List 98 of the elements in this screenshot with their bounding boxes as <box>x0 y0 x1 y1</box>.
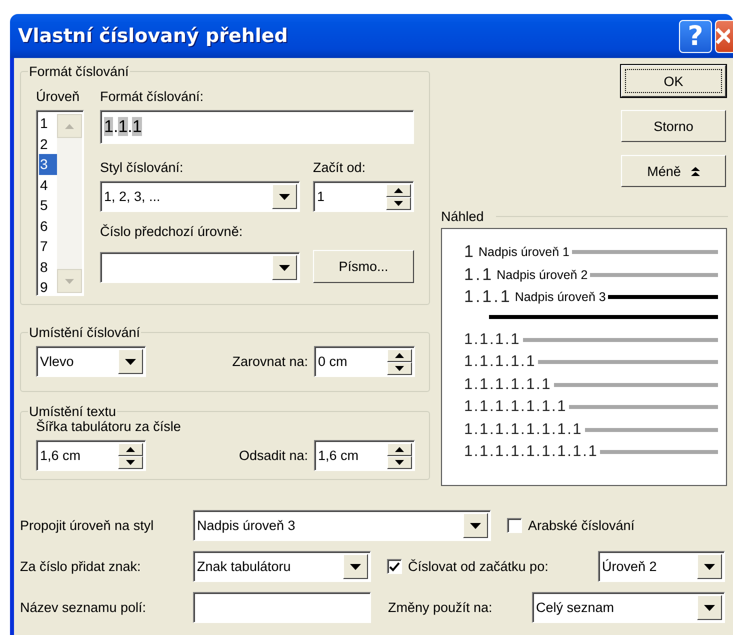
align-label: Zarovnat na: <box>232 354 308 369</box>
caret-icon <box>279 194 290 200</box>
caret-icon <box>470 522 481 528</box>
spin-up-button[interactable] <box>387 442 412 456</box>
level-item[interactable]: 3 <box>39 154 57 174</box>
level-item[interactable]: 6 <box>39 216 57 236</box>
spin-up-button[interactable] <box>387 348 412 362</box>
scrollbar[interactable] <box>57 114 82 293</box>
group-title: Umístění textu <box>29 404 116 419</box>
restart-level-dropdown[interactable]: Úroveň 2 <box>598 551 725 582</box>
alignment-dropdown[interactable]: Vlevo <box>36 346 146 377</box>
arabic-checkbox[interactable] <box>507 518 522 533</box>
caret-icon <box>704 604 715 610</box>
preview-number: 1.1.1.1.1.1 <box>464 376 552 394</box>
up-arrow-icon <box>395 352 404 358</box>
apply-to-dropdown[interactable]: Celý seznam <box>532 592 725 623</box>
cancel-button[interactable]: Storno <box>621 110 726 142</box>
tab-width-spinner[interactable]: 1,6 cm <box>36 440 146 471</box>
help-button[interactable]: ? <box>679 20 712 52</box>
tab-width-label: Šířka tabulátoru za čísle <box>36 419 181 434</box>
up-arrow-icon <box>126 446 135 452</box>
up-arrow-icon <box>394 188 403 192</box>
caret-icon <box>704 564 715 570</box>
preview-number: 1 <box>464 242 476 262</box>
down-arrow-icon <box>394 200 403 206</box>
level-list[interactable]: 1 2 3 4 5 6 7 8 9 <box>36 110 84 296</box>
up-arrow-icon <box>65 124 74 128</box>
down-arrow-icon <box>395 366 404 370</box>
down-arrow-icon <box>395 460 404 464</box>
font-button[interactable]: Písmo... <box>313 250 414 283</box>
window-title: Vlastní číslovaný přehled <box>18 25 289 47</box>
spin-down-button[interactable] <box>118 456 143 468</box>
dropdown-button[interactable] <box>272 255 297 280</box>
preview-heading: Nadpis úroveň 2 <box>496 268 588 282</box>
caret-icon <box>125 358 136 364</box>
preview-number: 1.1.1.1.1.1.1 <box>464 398 568 416</box>
level-item[interactable]: 5 <box>39 195 57 216</box>
checkmark-icon <box>389 562 400 572</box>
preview-number: 1.1.1 <box>464 287 512 308</box>
preview-number: 1.1.1.1.1.1.1.1 <box>464 420 583 439</box>
preview-heading: Nadpis úroveň 3 <box>514 290 606 304</box>
restart-checkbox[interactable] <box>387 559 402 574</box>
follow-number-label: Za číslo přidat znak: <box>20 559 141 574</box>
dropdown-button[interactable] <box>343 554 368 579</box>
previous-level-label: Číslo předchozí úrovně: <box>100 224 243 239</box>
level-item[interactable]: 4 <box>39 174 57 195</box>
ok-button[interactable]: OK <box>621 65 726 97</box>
up-arrow-icon <box>395 446 404 452</box>
level-item[interactable]: 2 <box>39 134 57 154</box>
indent-label: Odsadit na: <box>238 448 308 463</box>
preview-number: 1.1 <box>464 264 494 285</box>
collapse-button[interactable]: Méně <box>621 155 726 187</box>
dropdown-button[interactable] <box>697 595 722 620</box>
style-dropdown[interactable]: 1, 2, 3, ... <box>100 181 300 212</box>
preview-label: Náhled <box>441 209 484 224</box>
preview-heading: Nadpis úroveň 1 <box>478 245 570 260</box>
level-item[interactable]: 9 <box>39 277 57 298</box>
spin-up-button[interactable] <box>118 442 143 456</box>
preview-number: 1.1.1.1 <box>464 330 521 349</box>
spin-down-button[interactable] <box>386 196 411 210</box>
previous-level-dropdown[interactable] <box>100 252 300 283</box>
down-arrow-icon <box>65 278 74 284</box>
caret-icon <box>279 264 290 270</box>
format-label: Formát číslování: <box>100 89 205 104</box>
align-spinner[interactable]: 0 cm <box>314 346 415 377</box>
group-title: Umístění číslování <box>29 325 140 340</box>
preview-number: 1.1.1.1.1.1.1.1.1 <box>464 443 598 462</box>
caret-icon <box>350 564 361 570</box>
level-item[interactable]: 8 <box>39 256 57 277</box>
start-label: Začít od: <box>313 160 367 175</box>
close-icon <box>716 26 730 46</box>
spin-down-button[interactable] <box>387 456 412 468</box>
spin-up-button[interactable] <box>386 184 411 196</box>
preview-number: 1.1.1.1.1 <box>464 353 536 372</box>
dropdown-button[interactable] <box>272 184 297 209</box>
link-style-label: Propojit úroveň na styl <box>20 518 154 533</box>
down-arrow-icon <box>126 460 135 464</box>
arabic-label: Arabské číslování <box>528 518 635 533</box>
list-name-label: Název seznamu polí: <box>20 600 146 615</box>
link-style-dropdown[interactable]: Nadpis úroveň 3 <box>193 510 491 541</box>
level-item[interactable]: 7 <box>39 236 57 256</box>
format-field[interactable]: 1.1.1 <box>100 110 414 144</box>
list-name-field[interactable] <box>193 592 371 623</box>
indent-spinner[interactable]: 1,6 cm <box>314 440 415 471</box>
level-label: Úroveň <box>36 89 81 104</box>
apply-to-label: Změny použít na: <box>388 600 492 615</box>
group-title: Formát číslování <box>28 64 130 79</box>
spin-down-button[interactable] <box>387 362 412 374</box>
restart-label: Číslovat od začátku po: <box>408 559 548 574</box>
dropdown-button[interactable] <box>118 349 143 374</box>
follow-number-dropdown[interactable]: Znak tabulátoru <box>193 551 371 582</box>
dropdown-button[interactable] <box>463 513 488 538</box>
double-up-arrow-icon <box>690 166 700 176</box>
style-label: Styl číslování: <box>100 160 184 175</box>
dropdown-button[interactable] <box>697 554 722 579</box>
close-button[interactable] <box>715 20 733 52</box>
level-item[interactable]: 1 <box>39 113 57 134</box>
start-spinner[interactable]: 1 <box>313 181 414 212</box>
